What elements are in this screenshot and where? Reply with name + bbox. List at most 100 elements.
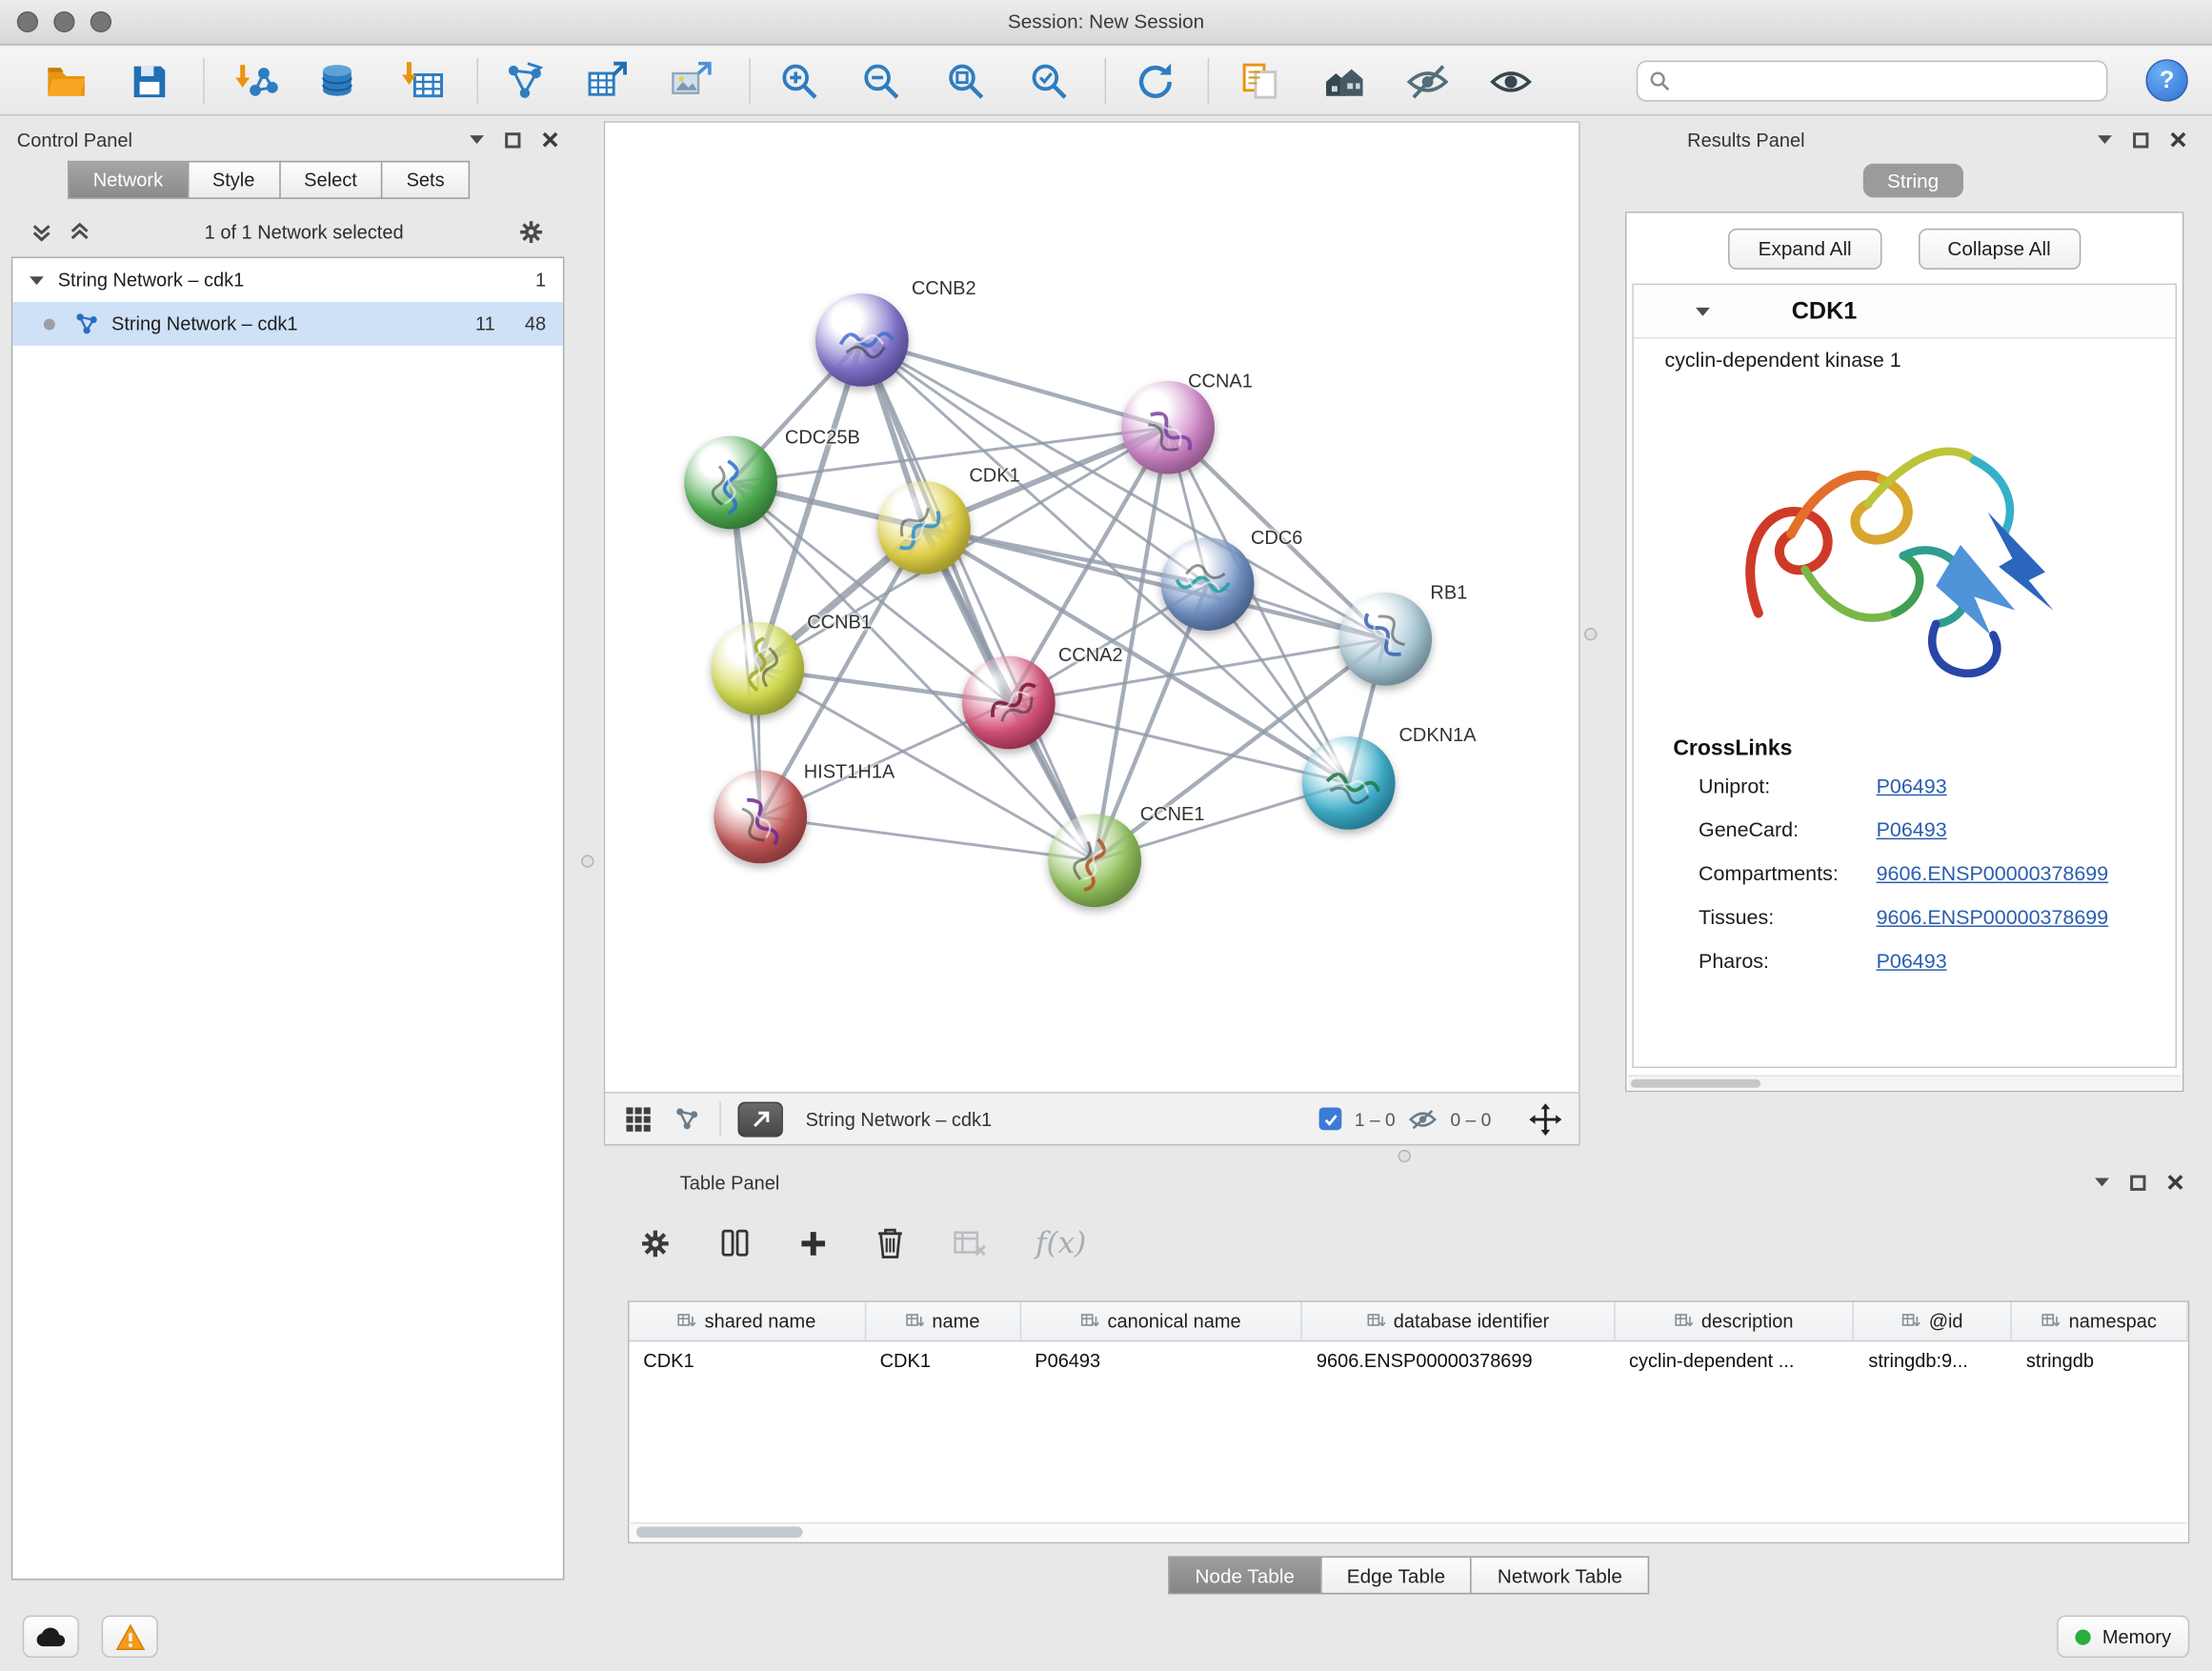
expand-all-networks-icon[interactable] [67,219,93,246]
crosslink-link[interactable]: 9606.ENSP00000378699 [1877,906,2109,929]
crosslink-link[interactable]: P06493 [1877,775,1947,798]
column-header-namespac[interactable]: namespac [2012,1302,2188,1340]
function-builder-button-disabled[interactable]: f(x) [1033,1223,1089,1262]
refresh-button[interactable] [1127,55,1183,109]
warnings-button[interactable] [102,1616,158,1658]
network-node-ccne1[interactable] [1048,814,1141,907]
column-header-canonical-name[interactable]: canonical name [1020,1302,1302,1340]
hidden-count-eye-slash-icon[interactable] [1408,1107,1438,1131]
tab-edge-table[interactable]: Edge Table [1320,1556,1471,1594]
save-session-button[interactable] [121,55,177,109]
close-panel-icon[interactable] [2167,1174,2184,1191]
network-canvas[interactable]: CCNB2 CCNA1 CDC25B CDK1 CDC6 RB1 CCNB1 C… [605,123,1579,1092]
birds-eye-view-icon[interactable] [622,1102,654,1135]
protein-section-header[interactable]: CDK1 [1634,285,2176,338]
zoom-out-button[interactable] [854,55,910,109]
network-node-ccnb1[interactable] [711,622,804,715]
tab-network-table[interactable]: Network Table [1471,1556,1649,1594]
float-panel-icon[interactable] [2133,131,2148,147]
delete-column-button[interactable] [874,1223,908,1262]
section-disclosure-icon[interactable] [1696,307,1710,315]
column-header-name[interactable]: name [866,1302,1021,1340]
close-panel-icon[interactable] [542,131,559,149]
table-cell-shared-name[interactable]: CDK1 [629,1341,865,1379]
export-table-button[interactable] [578,55,634,109]
add-column-button[interactable] [795,1225,831,1260]
table-cell--id[interactable]: stringdb:9... [1855,1341,2013,1379]
network-node-ccnb2[interactable] [815,293,909,387]
float-panel-icon[interactable] [2130,1175,2145,1190]
network-options-gear-icon[interactable] [515,216,548,249]
table-cell-database-identifier[interactable]: 9606.ENSP00000378699 [1302,1341,1615,1379]
right-splitter-grip[interactable] [1584,628,1597,640]
toolbar-search-field[interactable] [1637,61,2108,102]
tab-sets[interactable]: Sets [381,161,470,199]
pan-mode-crosshair-icon[interactable] [1529,1102,1561,1135]
zoom-fit-button[interactable] [938,55,995,109]
hide-selected-button[interactable] [1399,55,1456,109]
column-header-description[interactable]: description [1615,1302,1854,1340]
panel-menu-icon[interactable] [2095,1178,2109,1187]
zoom-selected-button[interactable] [1021,55,1077,109]
network-node-cdkn1a[interactable] [1302,736,1396,830]
crosslink-link[interactable]: P06493 [1877,950,1947,973]
bottom-splitter-grip[interactable] [1398,1150,1411,1162]
network-node-cdc6[interactable] [1161,537,1255,631]
cloud-status-button[interactable] [23,1616,79,1658]
clone-document-button[interactable] [1232,55,1288,109]
help-button[interactable]: ? [2145,59,2187,101]
scrollbar-thumb[interactable] [636,1526,803,1538]
float-panel-icon[interactable] [505,131,520,147]
delete-table-button-disabled[interactable] [950,1225,991,1260]
left-splitter-grip[interactable] [581,855,593,867]
panel-menu-icon[interactable] [2098,135,2112,144]
collapse-all-button[interactable]: Collapse All [1918,228,2081,269]
tab-select[interactable]: Select [279,161,381,199]
table-cell-canonical-name[interactable]: P06493 [1020,1341,1302,1379]
import-network-from-database-button[interactable] [309,55,365,109]
close-panel-icon[interactable] [2170,131,2187,149]
open-in-window-button[interactable] [738,1101,783,1137]
selected-count-checkbox-icon[interactable] [1319,1108,1342,1131]
import-table-button[interactable] [396,55,452,109]
column-header-database-identifier[interactable]: database identifier [1302,1302,1615,1340]
network-node-ccna2[interactable] [962,656,1056,750]
show-columns-button[interactable] [716,1224,754,1261]
table-options-gear-button[interactable] [636,1224,674,1262]
new-network-button[interactable] [496,55,553,109]
string-tab-badge[interactable]: String [1863,164,1963,198]
scrollbar-thumb[interactable] [1631,1079,1760,1088]
search-input[interactable] [1679,70,2095,93]
network-overview-icon[interactable] [672,1103,703,1135]
show-all-button[interactable] [1482,55,1538,109]
export-image-button[interactable] [662,55,718,109]
network-node-cdc25b[interactable] [684,436,777,530]
import-network-button[interactable] [230,55,286,109]
network-edge[interactable] [862,340,1095,860]
network-node-hist1h1a[interactable] [714,771,807,864]
table-horizontal-scrollbar[interactable] [631,1522,2186,1540]
collection-disclosure-icon[interactable] [30,276,44,285]
table-cell-name[interactable]: CDK1 [866,1341,1021,1379]
results-horizontal-scrollbar[interactable] [1628,1075,2182,1089]
zoom-in-button[interactable] [772,55,828,109]
network-node-rb1[interactable] [1338,593,1432,686]
crosslink-link[interactable]: 9606.ENSP00000378699 [1877,863,2109,886]
column-header--id[interactable]: @id [1855,1302,2013,1340]
network-node-ccna1[interactable] [1121,381,1215,474]
open-session-button[interactable] [38,55,94,109]
network-node-cdk1[interactable] [877,481,971,574]
tab-network[interactable]: Network [68,161,187,199]
panel-menu-icon[interactable] [470,135,484,144]
collapse-all-networks-icon[interactable] [29,219,55,246]
network-row[interactable]: String Network – cdk1 11 48 [12,302,563,346]
table-cell-namespac[interactable]: stringdb [2012,1341,2188,1379]
table-cell-description[interactable]: cyclin-dependent ... [1615,1341,1854,1379]
memory-button[interactable]: Memory [2057,1616,2189,1658]
expand-all-button[interactable]: Expand All [1729,228,1881,269]
network-collection-row[interactable]: String Network – cdk1 1 [12,258,563,302]
column-header-shared-name[interactable]: shared name [629,1302,865,1340]
crosslink-link[interactable]: P06493 [1877,819,1947,842]
tab-node-table[interactable]: Node Table [1168,1556,1319,1594]
home-view-button[interactable] [1317,55,1373,109]
